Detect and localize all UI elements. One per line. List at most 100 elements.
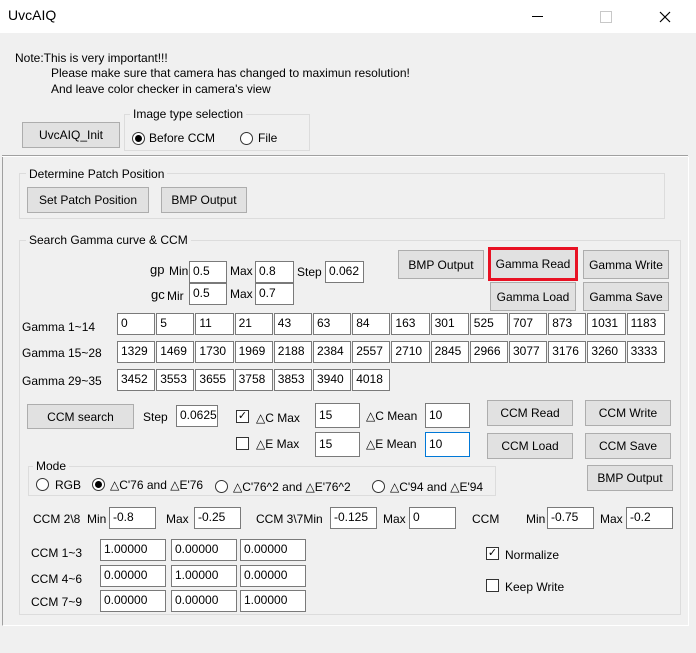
- ccm-matrix-cell[interactable]: 0.00000: [100, 565, 166, 587]
- close-icon: [659, 11, 671, 22]
- step-input[interactable]: 0.062: [325, 261, 364, 283]
- maximize-button[interactable]: [583, 0, 629, 33]
- gamma-cell[interactable]: 3176: [548, 341, 587, 363]
- ccm-save-button[interactable]: CCM Save: [585, 433, 671, 459]
- normalize-checkbox[interactable]: ✓: [486, 547, 499, 560]
- check-icon: ✓: [487, 547, 498, 559]
- ccm-matrix-cell[interactable]: 1.00000: [240, 590, 306, 612]
- gamma-cell[interactable]: 525: [469, 313, 508, 335]
- ccm37-max-input[interactable]: 0: [409, 507, 456, 529]
- gamma-cell[interactable]: 11: [195, 313, 234, 335]
- rgb-radio[interactable]: [36, 478, 49, 491]
- gamma-bmp-output-button[interactable]: BMP Output: [398, 250, 484, 279]
- gamma-cell[interactable]: 1469: [156, 341, 195, 363]
- c-max-checkbox[interactable]: ✓: [236, 410, 249, 423]
- ccm-label: CCM: [472, 512, 500, 526]
- e-max-input[interactable]: 15: [315, 432, 360, 457]
- gc-min-input[interactable]: 0.5: [189, 283, 227, 305]
- gamma-cell[interactable]: 3655: [195, 369, 234, 391]
- ccm-matrix-cell[interactable]: 0.00000: [171, 539, 237, 561]
- ccm37-min-input[interactable]: -0.125: [330, 507, 377, 529]
- ccm-matrix-cell[interactable]: 0.00000: [171, 590, 237, 612]
- gamma-cell[interactable]: 1183: [626, 313, 665, 335]
- mode-94-radio[interactable]: [372, 480, 385, 493]
- gamma-cell[interactable]: 21: [234, 313, 273, 335]
- ccm-matrix-cell[interactable]: 0.00000: [100, 590, 166, 612]
- c-max-input[interactable]: 15: [315, 403, 360, 428]
- check-icon: ✓: [237, 410, 248, 422]
- uvcaiq-init-button[interactable]: UvcAIQ_Init: [22, 122, 120, 148]
- ccm-row1-label: CCM 1~3: [31, 546, 83, 560]
- ccm-read-button[interactable]: CCM Read: [487, 400, 573, 426]
- gamma-cell[interactable]: 3260: [587, 341, 626, 363]
- ccm28-label: CCM 2\8: [33, 512, 81, 526]
- c-mean-input[interactable]: 10: [425, 403, 470, 428]
- gamma-cell[interactable]: 3333: [626, 341, 665, 363]
- gamma-cell[interactable]: 3077: [509, 341, 548, 363]
- ccm-matrix-cell[interactable]: 1.00000: [171, 565, 237, 587]
- ccm28-max-input[interactable]: -0.25: [194, 507, 241, 529]
- gamma-cell[interactable]: 4018: [352, 369, 391, 391]
- gamma-cell[interactable]: 2384: [313, 341, 352, 363]
- gamma-cell[interactable]: 0: [117, 313, 156, 335]
- ccm-search-button[interactable]: CCM search: [27, 404, 134, 429]
- e-max-checkbox[interactable]: [236, 437, 249, 450]
- gamma-read-button[interactable]: Gamma Read: [488, 247, 578, 281]
- gamma-cell[interactable]: 3758: [234, 369, 273, 391]
- gamma-cell[interactable]: 873: [548, 313, 587, 335]
- ccm-matrix-cell[interactable]: 1.00000: [100, 539, 166, 561]
- ccm-write-button[interactable]: CCM Write: [585, 400, 671, 426]
- gamma-write-button[interactable]: Gamma Write: [583, 250, 669, 279]
- file-label: File: [258, 131, 278, 145]
- gamma-load-button[interactable]: Gamma Load: [490, 282, 576, 311]
- gamma-cell[interactable]: 1730: [195, 341, 234, 363]
- ccm-max-label: Max: [600, 512, 623, 526]
- ccm-min-input[interactable]: -0.75: [547, 507, 594, 529]
- ccm-matrix-cell[interactable]: 0.00000: [240, 565, 306, 587]
- ccm28-min-input[interactable]: -0.8: [109, 507, 156, 529]
- mode-76-label: △C'76 and △E'76: [110, 478, 204, 492]
- gamma-cell[interactable]: 63: [313, 313, 352, 335]
- gamma-cell[interactable]: 84: [352, 313, 391, 335]
- ccm28-min-label: Min: [87, 512, 107, 526]
- gamma-cell[interactable]: 3553: [156, 369, 195, 391]
- patch-bmp-output-button[interactable]: BMP Output: [161, 187, 247, 213]
- before-ccm-radio[interactable]: [132, 132, 145, 145]
- gamma-cell[interactable]: 707: [509, 313, 548, 335]
- file-radio[interactable]: [240, 132, 253, 145]
- gp-max-input[interactable]: 0.8: [255, 261, 294, 283]
- ccm-bmp-output-button[interactable]: BMP Output: [587, 465, 673, 491]
- gamma-cell[interactable]: 3853: [273, 369, 312, 391]
- e-mean-input[interactable]: 10: [425, 432, 470, 457]
- gamma-cell[interactable]: 43: [273, 313, 312, 335]
- gc-label: gc: [151, 287, 165, 302]
- gamma-cell[interactable]: 1329: [117, 341, 156, 363]
- minimize-button[interactable]: [514, 0, 560, 33]
- ccm-load-button[interactable]: CCM Load: [487, 433, 573, 459]
- ccm-step-input[interactable]: 0.0625: [176, 405, 218, 427]
- gamma-cell[interactable]: 2966: [469, 341, 508, 363]
- gamma-cell[interactable]: 301: [430, 313, 469, 335]
- gamma-cell[interactable]: 3940: [313, 369, 352, 391]
- gamma-cell[interactable]: 2188: [273, 341, 312, 363]
- keep-write-checkbox[interactable]: [486, 579, 499, 592]
- gamma-cell[interactable]: 3452: [117, 369, 156, 391]
- gp-min-input[interactable]: 0.5: [189, 261, 227, 283]
- ccm-matrix-cell[interactable]: 0.00000: [240, 539, 306, 561]
- set-patch-position-button[interactable]: Set Patch Position: [27, 187, 149, 213]
- gamma-cell[interactable]: 163: [391, 313, 430, 335]
- mode-76-radio[interactable]: [92, 478, 105, 491]
- patch-title: Determine Patch Position: [26, 167, 168, 181]
- gamma-cell[interactable]: 1031: [587, 313, 626, 335]
- gamma-cell[interactable]: 2557: [352, 341, 391, 363]
- gamma-cell[interactable]: 5: [156, 313, 195, 335]
- gamma-row1-label: Gamma 1~14: [22, 320, 96, 334]
- ccm-max-input[interactable]: -0.2: [626, 507, 673, 529]
- close-button[interactable]: [642, 0, 688, 33]
- gamma-cell[interactable]: 2710: [391, 341, 430, 363]
- gamma-save-button[interactable]: Gamma Save: [583, 282, 669, 311]
- mode-76sq-radio[interactable]: [215, 480, 228, 493]
- gamma-cell[interactable]: 2845: [430, 341, 469, 363]
- gamma-cell[interactable]: 1969: [234, 341, 273, 363]
- gc-max-input[interactable]: 0.7: [255, 283, 294, 305]
